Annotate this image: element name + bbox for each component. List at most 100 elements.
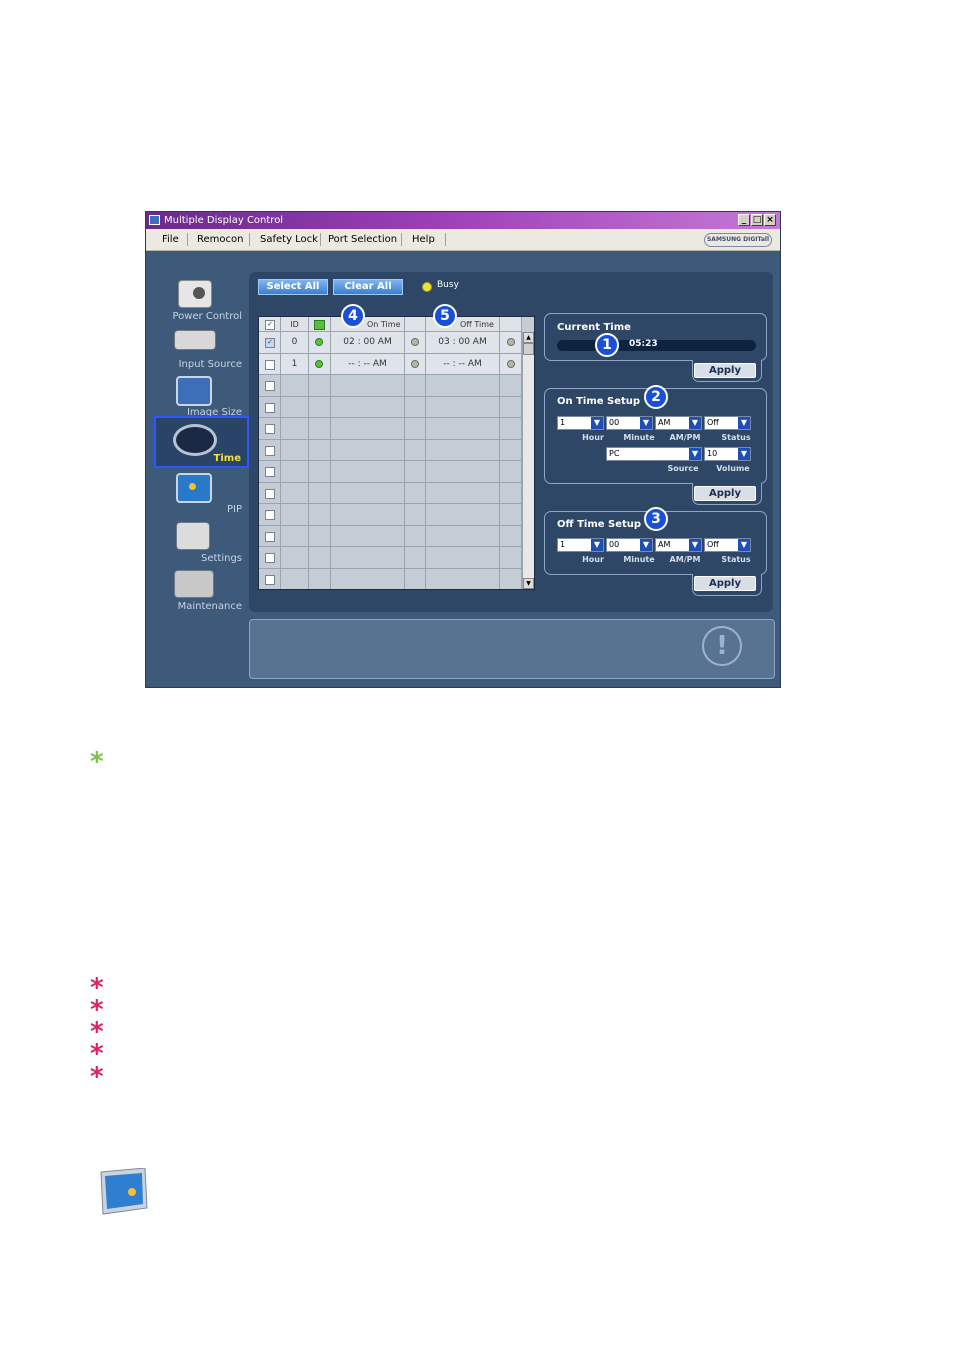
row-checkbox-cell[interactable] [259, 547, 281, 568]
row-checkbox[interactable] [265, 574, 275, 585]
select-all-button[interactable]: Select All [258, 279, 328, 295]
row-checkbox-cell[interactable] [259, 418, 281, 439]
row-checkbox-cell[interactable] [259, 461, 281, 482]
on-ampm-select[interactable]: AM ▼ [655, 416, 702, 430]
minimize-button[interactable]: _ [738, 214, 750, 226]
row-id: 1 [281, 353, 309, 374]
off-time-apply-button[interactable]: Apply [694, 576, 756, 591]
row-checkbox-checked[interactable]: ✓ [265, 338, 275, 348]
off-ampm-select[interactable]: AM ▼ [655, 538, 702, 552]
callout-4: 4 [341, 304, 365, 328]
power-control-icon [178, 280, 212, 308]
scroll-thumb[interactable] [523, 343, 534, 355]
sidebar-item-image-size[interactable]: Image Size [156, 374, 248, 420]
sidebar-item-label: Maintenance [177, 601, 242, 612]
sidebar-item-pip[interactable]: PIP [156, 471, 248, 517]
table-row[interactable] [259, 396, 522, 418]
on-status-value: Off [707, 418, 719, 427]
current-time-apply-button[interactable]: Apply [694, 363, 756, 378]
window-title: Multiple Display Control [164, 215, 284, 226]
scroll-down-icon[interactable]: ▼ [523, 578, 534, 589]
sidebar-item-power-control[interactable]: Power Control [156, 278, 248, 324]
table-row[interactable] [259, 525, 522, 547]
on-volume-select[interactable]: 10 ▼ [704, 447, 751, 461]
sidebar-item-time[interactable]: Time [154, 416, 249, 468]
power-status-cell [309, 353, 331, 374]
close-button[interactable]: × [764, 214, 776, 226]
menu-help[interactable]: Help [412, 229, 435, 250]
row-checkbox[interactable] [265, 553, 275, 563]
menu-separator [187, 233, 188, 246]
menu-port-selection[interactable]: Port Selection [328, 229, 397, 250]
column-header-power [309, 317, 331, 332]
clear-all-button[interactable]: Clear All [333, 279, 403, 295]
sidebar-item-maintenance[interactable]: Maintenance [156, 568, 248, 614]
maximize-button[interactable]: □ [751, 214, 763, 226]
row-checkbox[interactable] [265, 467, 275, 477]
table-row[interactable] [259, 439, 522, 461]
row-checkbox-cell[interactable] [259, 482, 281, 503]
row-checkbox[interactable] [265, 359, 275, 370]
table-row[interactable] [259, 461, 522, 483]
scroll-up-icon[interactable]: ▲ [523, 332, 534, 343]
table-row[interactable] [259, 504, 522, 526]
on-minute-select[interactable]: 00 ▼ [606, 416, 653, 430]
row-checkbox[interactable] [265, 381, 275, 391]
row-checkbox-cell[interactable] [259, 375, 281, 396]
row-checkbox[interactable] [265, 531, 275, 542]
column-header-id: ID [281, 317, 309, 332]
chevron-down-icon: ▼ [689, 448, 701, 460]
on-time-apply-button[interactable]: Apply [694, 486, 756, 501]
row-checkbox-cell[interactable] [259, 396, 281, 417]
sidebar-item-label: Time [213, 453, 241, 464]
menu-remocon[interactable]: Remocon [197, 229, 243, 250]
row-checkbox-cell[interactable] [259, 353, 281, 374]
select-all-checkbox-header[interactable]: ✓ [259, 317, 281, 332]
column-header-on-status [405, 317, 426, 332]
table-body: ✓ 0 02 : 00 AM 03 : 00 AM 1 -- : -- AM -… [259, 332, 522, 589]
menu-file[interactable]: File [162, 229, 179, 250]
power-status-icon [314, 320, 325, 330]
chevron-down-icon: ▼ [591, 539, 603, 551]
title-bar: Multiple Display Control _ □ × [146, 212, 780, 229]
off-minute-select[interactable]: 00 ▼ [606, 538, 653, 552]
sidebar-item-input-source[interactable]: Input Source [156, 326, 248, 372]
table-row[interactable]: ✓ 0 02 : 00 AM 03 : 00 AM [259, 332, 522, 354]
on-ampm-value: AM [658, 418, 671, 427]
clock-icon [173, 424, 217, 456]
row-checkbox-cell[interactable] [259, 439, 281, 460]
row-checkbox[interactable] [265, 445, 275, 456]
row-checkbox-cell[interactable] [259, 504, 281, 525]
off-hour-select[interactable]: 1 ▼ [557, 538, 604, 552]
row-checkbox-cell[interactable]: ✓ [259, 332, 281, 353]
table-row[interactable] [259, 482, 522, 504]
row-id: 0 [281, 332, 309, 353]
chevron-down-icon: ▼ [689, 417, 701, 429]
on-source-select[interactable]: PC ▼ [606, 447, 702, 461]
table-row[interactable]: 1 -- : -- AM -- : -- AM [259, 353, 522, 375]
off-status-select[interactable]: Off ▼ [704, 538, 751, 552]
table-row[interactable] [259, 375, 522, 397]
off-hour-value: 1 [560, 540, 566, 549]
row-checkbox-cell[interactable] [259, 525, 281, 546]
hour-label: Hour [582, 433, 604, 442]
on-status-select[interactable]: Off ▼ [704, 416, 751, 430]
row-checkbox-cell[interactable] [259, 568, 281, 589]
sidebar-item-settings[interactable]: Settings [156, 520, 248, 566]
table-row[interactable] [259, 547, 522, 569]
row-checkbox[interactable] [265, 510, 275, 520]
row-checkbox[interactable] [265, 488, 275, 499]
on-hour-select[interactable]: 1 ▼ [557, 416, 604, 430]
volume-label: Volume [716, 464, 750, 473]
table-row[interactable] [259, 568, 522, 589]
table-scrollbar[interactable]: ▲ ▼ [522, 332, 534, 589]
sidebar-item-label: Settings [200, 553, 242, 564]
row-checkbox[interactable] [265, 402, 275, 413]
chevron-down-icon: ▼ [738, 448, 750, 460]
menu-safety-lock[interactable]: Safety Lock [260, 229, 318, 250]
menu-separator [401, 233, 402, 246]
settings-icon [176, 522, 210, 550]
row-checkbox[interactable] [265, 424, 275, 434]
on-hour-value: 1 [560, 418, 566, 427]
table-row[interactable] [259, 418, 522, 440]
